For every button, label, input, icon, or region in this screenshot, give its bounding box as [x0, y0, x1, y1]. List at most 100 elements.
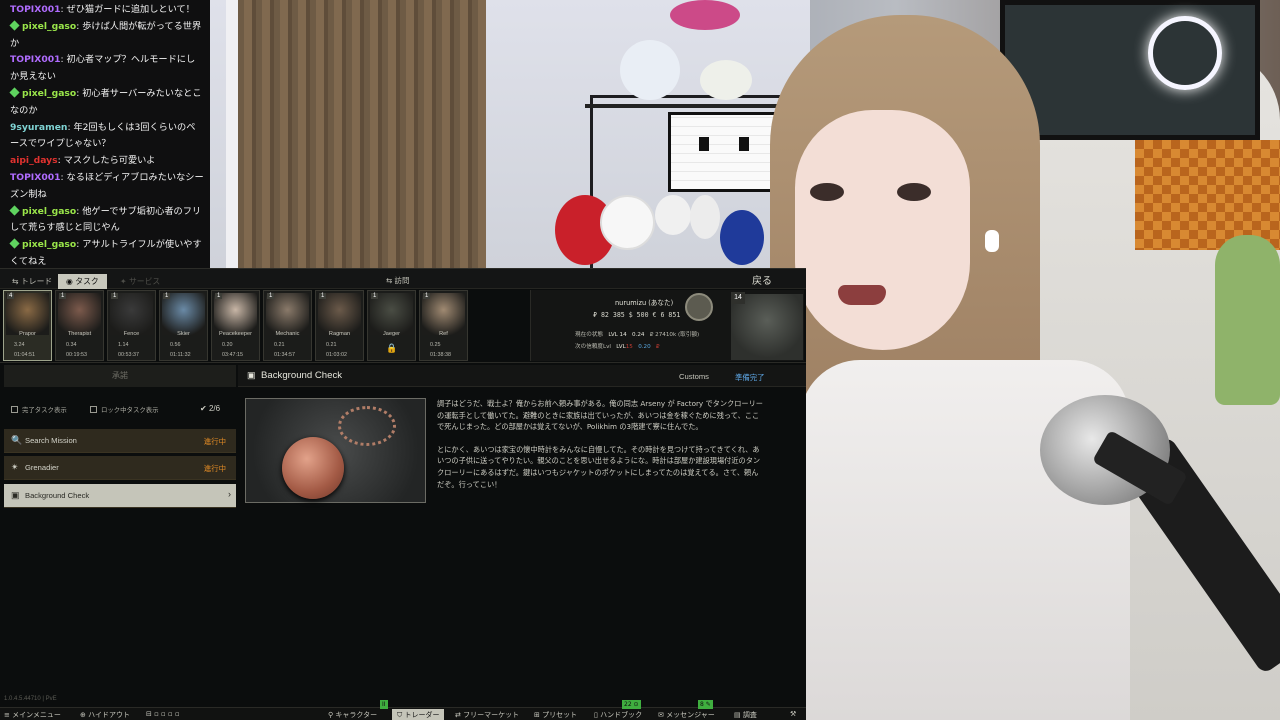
trader-standing: 0.56 — [170, 342, 181, 348]
tab-tasks[interactable]: ◉ タスク — [58, 274, 107, 289]
divider — [0, 362, 806, 363]
flea-market-label: フリーマーケット — [463, 711, 520, 719]
pink-toy — [670, 0, 740, 30]
visit-button[interactable]: ⇆ 訪問 — [386, 275, 409, 286]
tab-trade[interactable]: ⇆ トレード — [4, 274, 60, 289]
checkbox[interactable] — [90, 406, 97, 413]
trader-portrait — [58, 293, 101, 335]
trader-restock-timer: 01:38:38 — [430, 352, 451, 358]
settings-wrench-icon[interactable]: ⚒ — [790, 710, 796, 718]
main-menu-button[interactable]: ≡ メインメニュー — [4, 710, 61, 720]
flower-plush — [600, 195, 655, 250]
trader-card[interactable]: 1 Ref 0.25 01:38:38 — [419, 290, 468, 361]
trader-level-badge: 1 — [267, 293, 275, 299]
trader-restock-timer: 00:53:37 — [118, 352, 139, 358]
status-level: LVL 14 — [608, 332, 627, 338]
skull-plush — [655, 195, 691, 235]
notification-badge: 8 ✎ — [698, 700, 713, 709]
trader-card[interactable]: 1 Skier 0.56 01:11:32 — [159, 290, 208, 361]
streamer-eye — [897, 183, 931, 201]
dinosaur-plush — [1215, 235, 1280, 405]
task-title: Background Check — [261, 370, 343, 381]
trader-portrait — [214, 293, 257, 335]
player-next-row: 次の信頼度Lvl LVL15 0.20 ₽ — [575, 344, 660, 350]
task-item[interactable]: 🔍 Search Mission 進行中 — [4, 429, 236, 453]
task-description-paragraph: 調子はどうだ、戦士よ？俺からお前へ頼み事がある。俺の同志 Arseny が Fa… — [437, 399, 763, 432]
trader-standing: 1.14 — [118, 342, 129, 348]
chat-username[interactable]: pixel_gaso — [22, 206, 76, 217]
toy-figure — [620, 40, 680, 100]
game-tab-bar: ⇆ トレード ◉ タスク ✦ サービス ⇆ 訪問 戻る — [0, 269, 806, 289]
chevron-right-icon: › — [228, 489, 231, 499]
chat-username[interactable]: 9syuramen — [10, 122, 67, 133]
pocket-watch — [282, 437, 344, 499]
chat-message: aipi_days: マスクしたら可愛いよ — [10, 153, 204, 170]
task-status: 進行中 — [203, 437, 226, 446]
trader-portrait — [318, 293, 361, 335]
filter-complete[interactable]: 完了タスク表示 — [11, 405, 67, 414]
back-button[interactable]: 戻る — [752, 272, 772, 287]
watch-chain — [338, 406, 396, 446]
messenger-button[interactable]: ✉ メッセンジャー 8 ✎ — [658, 700, 715, 720]
trader-name: Prapor — [19, 331, 36, 337]
trader-restock-timer: 01:34:57 — [274, 352, 295, 358]
door-frame — [226, 0, 238, 268]
plant-pot — [700, 60, 752, 100]
character-button[interactable]: ⚲ キャラクター II — [328, 700, 388, 720]
trader-restock-timer: 00:19:53 — [66, 352, 87, 358]
trader-card[interactable]: 1 Fence 1.14 00:53:37 — [107, 290, 156, 361]
trader-name: Skier — [177, 331, 190, 337]
pixel-board-decor — [1135, 140, 1280, 250]
player-status-row: 現在の状態 LVL 14 0.24 ₽ 27410k (取引額) — [575, 330, 699, 338]
traders-button[interactable]: ⛉ トレーダー — [392, 709, 445, 720]
chat-username[interactable]: aipi_days — [10, 155, 58, 166]
trader-card[interactable]: 1 Ragman 0.21 01:03:02 — [315, 290, 364, 361]
handbook-button[interactable]: ▯ ハンドブック — [594, 710, 642, 720]
chat-username[interactable]: TOPIX001 — [10, 4, 61, 15]
trader-level-badge: 1 — [163, 293, 171, 299]
survey-button[interactable]: ▤ 調査 — [734, 710, 757, 720]
chat-username[interactable]: TOPIX001 — [10, 54, 61, 65]
trader-portrait — [370, 293, 413, 335]
task-state: 準備完了 — [735, 373, 765, 382]
notification-badge: 22 ⊙ — [622, 700, 641, 709]
pixel-art-frame — [668, 112, 778, 192]
trader-level-badge: 1 — [111, 293, 119, 299]
player-name: nurumizu (あなた) — [615, 299, 674, 307]
presets-button[interactable]: ⊞ プリセット 22 ⊙ — [534, 700, 641, 720]
chat-username[interactable]: pixel_gaso — [22, 239, 76, 250]
trader-name: Ragman — [328, 331, 351, 337]
task-item[interactable]: ▣ Background Check › — [4, 484, 236, 508]
next-level-label: 次の信頼度Lvl — [575, 344, 611, 350]
chat-username[interactable]: pixel_gaso — [22, 21, 76, 32]
chat-text: : ぜひ猫ガードに追加しといて！ — [60, 4, 195, 15]
trader-name: Therapist — [67, 331, 92, 337]
trader-card[interactable]: 1 Mechanic 0.21 01:34:57 — [263, 290, 312, 361]
chat-badge-icon — [9, 87, 20, 98]
grenade-icon: ✴ — [11, 462, 19, 472]
filter-locked[interactable]: ロック中タスク表示 — [90, 405, 159, 414]
trader-card[interactable]: 4 Prapor 3.24 01:04:51 — [3, 290, 52, 361]
tab-trade-label: トレード — [21, 277, 53, 286]
trader-portrait — [110, 293, 153, 335]
hideout-button[interactable]: ⊕ ハイドアウト — [80, 710, 130, 720]
tab-services[interactable]: ✦ サービス — [112, 274, 168, 289]
chat-username[interactable]: TOPIX001 — [10, 172, 61, 183]
accept-tab[interactable]: 承諾 — [4, 365, 236, 387]
trader-name: Peacekeeper — [219, 331, 252, 337]
trader-card[interactable]: 1 Jaeger 🔒 — [367, 290, 416, 361]
trader-card[interactable]: 1 Peacekeeper 0.20 03:47:15 — [211, 290, 260, 361]
earbud — [985, 230, 999, 252]
chat-username[interactable]: pixel_gaso — [22, 88, 76, 99]
task-item[interactable]: ✴ Grenadier 進行中 — [4, 456, 236, 480]
flea-market-button[interactable]: ⇄ フリーマーケット — [455, 710, 519, 720]
checkbox[interactable] — [11, 406, 18, 413]
task-type-icon: ▣ — [247, 370, 256, 380]
character-label: キャラクター — [335, 711, 378, 719]
trader-portrait — [6, 293, 49, 335]
trader-portrait — [422, 293, 465, 335]
trader-card[interactable]: 1 Therapist 0.34 00:19:53 — [55, 290, 104, 361]
next-standing-req: 0.20 — [638, 344, 651, 350]
trader-name: Ref — [439, 331, 448, 337]
chat-message: pixel_gaso: 他ゲーでサブ垢初心者のフリして荒らす感じと同じやん — [9, 204, 204, 238]
